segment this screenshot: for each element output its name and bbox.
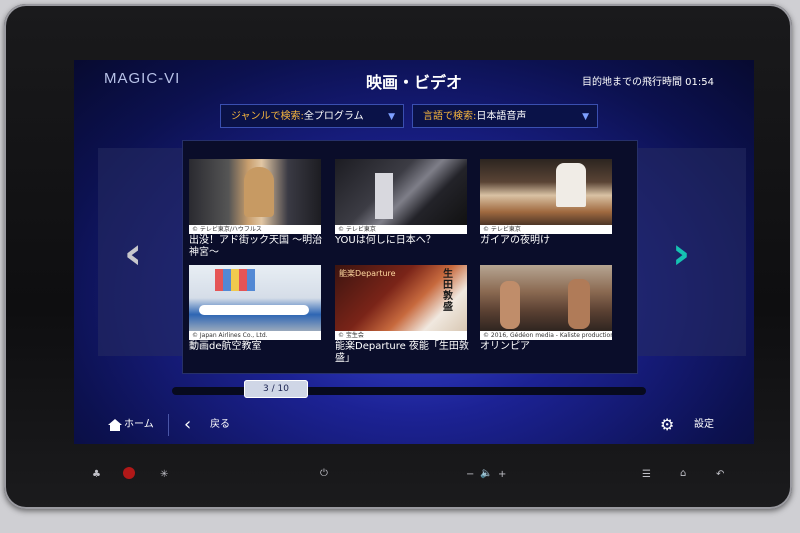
language-filter-value: 日本語音声	[476, 111, 527, 122]
next-page-preview	[636, 148, 746, 356]
program-tile[interactable]: 能楽Departure 生田敦盛 © 宝生会 能楽Departure 夜能「生田…	[335, 265, 469, 365]
back-button[interactable]: ‹ 戻る	[174, 412, 254, 438]
language-filter-dropdown[interactable]: 言語で検索:日本語音声 ▼	[412, 104, 598, 128]
genre-filter-value: 全プログラム	[303, 111, 364, 122]
program-thumbnail	[335, 159, 467, 225]
settings-button[interactable]: ⚙ 設定	[652, 412, 742, 438]
menu-list-icon[interactable]: ☰	[642, 469, 651, 480]
program-title: 出没！アド街ック天国 〜明治神宮〜	[189, 235, 323, 258]
return-icon[interactable]: ↶	[716, 469, 724, 480]
noh-title-text: 生田敦盛	[443, 269, 453, 313]
program-tile[interactable]: © テレビ東京 YOUは何しに日本へ？	[335, 159, 467, 247]
page-indicator[interactable]: 3 / 10	[244, 380, 308, 398]
filter-bar: ジャンルで検索:全プログラム ▼ 言語で検索:日本語音声 ▼	[74, 104, 754, 132]
screen: MAGIC-VI 映画・ビデオ 目的地までの飛行時間 01:54 ジャンルで検索…	[74, 60, 754, 444]
reading-light-icon[interactable]: ✳	[160, 469, 168, 480]
flight-time: 目的地までの飛行時間 01:54	[582, 77, 714, 88]
home-hardware-icon[interactable]: ⌂	[680, 468, 686, 479]
volume-down-button[interactable]: −	[466, 469, 474, 480]
program-tile[interactable]: © Japan Airlines Co., Ltd. 動画de航空教室	[189, 265, 321, 353]
program-tile[interactable]: © 2016, Gédéon media - Kaliste productio…	[480, 265, 612, 353]
speaker-icon: 🔈	[480, 468, 493, 479]
program-title: 動画de航空教室	[189, 341, 262, 352]
header: MAGIC-VI 映画・ビデオ 目的地までの飛行時間 01:54	[74, 60, 754, 102]
program-title: 能楽Departure 夜能「生田敦盛」	[335, 341, 469, 364]
program-title: オリンピア	[480, 341, 530, 352]
program-thumbnail: 能楽Departure 生田敦盛	[335, 265, 467, 331]
next-arrow-icon[interactable]: ›	[672, 228, 690, 279]
power-icon[interactable]: ⏻	[320, 468, 328, 479]
genre-filter-dropdown[interactable]: ジャンルで検索:全プログラム ▼	[220, 104, 404, 128]
program-thumbnail	[189, 159, 321, 225]
genre-filter-key: ジャンルで検索:	[231, 111, 304, 122]
settings-label: 設定	[694, 419, 714, 430]
thumbnail-credit: © テレビ東京/ハウフルス	[189, 225, 321, 234]
home-button[interactable]: ホーム	[88, 412, 168, 438]
program-title: YOUは何しに日本へ？	[335, 235, 436, 246]
home-label: ホーム	[124, 419, 154, 430]
device-bezel: MAGIC-VI 映画・ビデオ 目的地までの飛行時間 01:54 ジャンルで検索…	[4, 4, 792, 509]
program-tile[interactable]: © テレビ東京 ガイアの夜明け	[480, 159, 612, 247]
program-thumbnail	[480, 265, 612, 331]
previous-arrow-icon[interactable]: ‹	[124, 228, 142, 279]
language-filter-key: 言語で検索:	[423, 111, 477, 122]
program-thumbnail	[189, 265, 321, 331]
back-label: 戻る	[210, 419, 230, 430]
thumbnail-credit: © 2016, Gédéon media - Kaliste productio…	[480, 331, 612, 340]
home-icon	[108, 419, 122, 431]
thumbnail-credit: © テレビ東京	[335, 225, 467, 234]
attendant-call-icon[interactable]: ♣	[92, 469, 101, 480]
volume-up-button[interactable]: +	[498, 469, 506, 480]
program-thumbnail	[480, 159, 612, 225]
program-tile[interactable]: © テレビ東京/ハウフルス 出没！アド街ック天国 〜明治神宮〜	[189, 159, 323, 259]
chevron-down-icon: ▼	[582, 112, 589, 122]
thumbnail-credit: © Japan Airlines Co., Ltd.	[189, 331, 321, 340]
chevron-down-icon: ▼	[388, 112, 395, 122]
footer-bar: ホーム ‹ 戻る ⚙ 設定	[74, 406, 754, 444]
call-cancel-icon[interactable]	[123, 467, 135, 479]
back-chevron-icon: ‹	[184, 414, 192, 435]
thumbnail-credit: © 宝生会	[335, 331, 467, 340]
program-title: ガイアの夜明け	[480, 235, 550, 246]
noh-banner-text: 能楽Departure	[339, 269, 396, 278]
thumbnail-credit: © テレビ東京	[480, 225, 612, 234]
gear-icon: ⚙	[660, 415, 675, 434]
footer-divider	[168, 414, 169, 436]
program-grid: © テレビ東京/ハウフルス 出没！アド街ック天国 〜明治神宮〜 © テレビ東京 …	[182, 140, 638, 374]
